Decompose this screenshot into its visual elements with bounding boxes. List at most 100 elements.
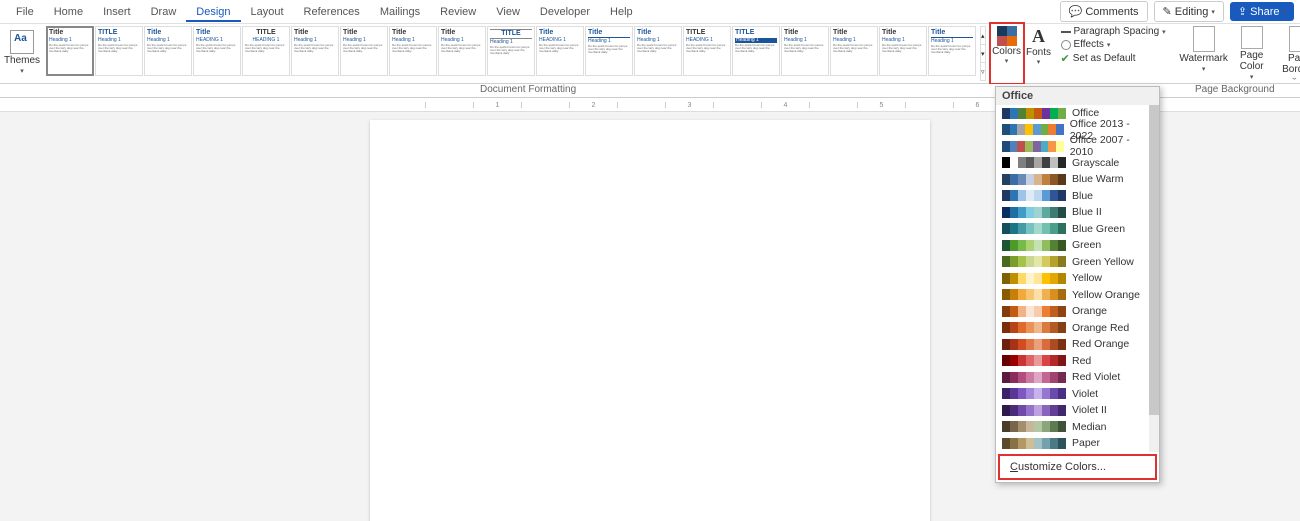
colors-theme-list[interactable]: OfficeOffice 2013 - 2022Office 2007 - 20… bbox=[996, 105, 1159, 452]
color-theme-item[interactable]: Violet II bbox=[996, 402, 1159, 419]
style-set-item[interactable]: TITLEHeading 1Do the quick brown fox jum… bbox=[732, 26, 780, 76]
colors-button[interactable]: Colors ▾ bbox=[991, 24, 1023, 83]
ruler-tick: 6 bbox=[953, 102, 1001, 108]
color-theme-item[interactable]: Red Violet bbox=[996, 369, 1159, 386]
color-theme-item[interactable]: Blue Warm bbox=[996, 171, 1159, 188]
dropdown-scrollbar[interactable] bbox=[1149, 105, 1159, 452]
color-swatch-row bbox=[1002, 141, 1064, 152]
ruler-tick: 1 bbox=[473, 102, 521, 108]
ruler-tick: 2 bbox=[569, 102, 617, 108]
color-theme-label: Red bbox=[1072, 355, 1091, 367]
color-theme-label: Blue II bbox=[1072, 206, 1102, 218]
comments-button[interactable]: 💬 Comments bbox=[1060, 1, 1148, 22]
document-page[interactable] bbox=[370, 120, 930, 521]
watermark-label: Watermark bbox=[1179, 53, 1228, 64]
style-set-item[interactable]: TitleHeading 1Do the quick brown fox jum… bbox=[928, 26, 976, 76]
paragraph-spacing-button[interactable]: Paragraph Spacing ▾ bbox=[1061, 26, 1166, 37]
color-swatch-row bbox=[1002, 355, 1066, 366]
chevron-down-icon: ▾ bbox=[1005, 57, 1009, 65]
color-theme-item[interactable]: Violet bbox=[996, 386, 1159, 403]
watermark-button[interactable]: Watermark ▾ bbox=[1182, 26, 1226, 81]
color-theme-label: Violet II bbox=[1072, 404, 1107, 416]
share-button[interactable]: ⇪ Share ▾ bbox=[1230, 2, 1294, 21]
color-theme-item[interactable]: Yellow bbox=[996, 270, 1159, 287]
spacing-icon bbox=[1061, 31, 1071, 33]
menu-mailings[interactable]: Mailings bbox=[370, 2, 430, 22]
menu-references[interactable]: References bbox=[294, 2, 370, 22]
color-swatch-row bbox=[1002, 157, 1066, 168]
menu-design[interactable]: Design bbox=[186, 2, 240, 22]
style-set-item[interactable]: TITLEHEADING 1Do the quick brown fox jum… bbox=[242, 26, 290, 76]
style-set-item[interactable]: TitleHEADING 1Do the quick brown fox jum… bbox=[536, 26, 584, 76]
color-theme-item[interactable]: Blue bbox=[996, 188, 1159, 205]
menu-file[interactable]: File bbox=[6, 2, 44, 22]
fonts-button[interactable]: A Fonts ▾ bbox=[1023, 24, 1055, 83]
effects-icon bbox=[1061, 40, 1071, 50]
style-set-item[interactable]: TitleHeading 1Do the quick brown fox jum… bbox=[634, 26, 682, 76]
doc-formatting-section-label: Document Formatting bbox=[480, 84, 576, 95]
style-set-item[interactable]: TITLEHeading 1Do the quick brown fox jum… bbox=[487, 26, 535, 76]
style-set-item[interactable]: TitleHeading 1Do the quick brown fox jum… bbox=[291, 26, 339, 76]
color-theme-item[interactable]: Orange Red bbox=[996, 320, 1159, 337]
style-set-item[interactable]: TitleHeading 1Do the quick brown fox jum… bbox=[585, 26, 633, 76]
color-theme-item[interactable]: Red Orange bbox=[996, 336, 1159, 353]
menu-insert[interactable]: Insert bbox=[93, 2, 141, 22]
style-set-item[interactable]: TitleHeading 1Do the quick brown fox jum… bbox=[830, 26, 878, 76]
style-set-item[interactable]: TitleHeading 1Do the quick brown fox jum… bbox=[389, 26, 437, 76]
menu-draw[interactable]: Draw bbox=[141, 2, 187, 22]
color-theme-label: Red Violet bbox=[1072, 371, 1120, 383]
color-theme-item[interactable]: Red bbox=[996, 353, 1159, 370]
color-theme-item[interactable]: Blue II bbox=[996, 204, 1159, 221]
ruler-tick bbox=[713, 102, 761, 108]
customize-colors-button[interactable]: Customize Colors... bbox=[998, 454, 1157, 480]
color-theme-label: Blue Green bbox=[1072, 223, 1125, 235]
themes-label: Themes bbox=[4, 55, 40, 66]
color-theme-item[interactable]: Green Yellow bbox=[996, 254, 1159, 271]
color-theme-item[interactable]: Office 2007 - 2010 bbox=[996, 138, 1159, 155]
colors-label: Colors bbox=[992, 46, 1021, 57]
set-default-button[interactable]: ✔ Set as Default bbox=[1061, 52, 1166, 65]
gallery-scroll-up[interactable]: ▴ bbox=[981, 27, 985, 45]
style-set-item[interactable]: TitleHeading 1Do the quick brown fox jum… bbox=[879, 26, 927, 76]
gallery-scroll-down[interactable]: ▾ bbox=[981, 45, 985, 63]
color-swatch-row bbox=[1002, 322, 1066, 333]
style-set-item[interactable]: TitleHeading 1Do the quick brown fox jum… bbox=[781, 26, 829, 76]
menu-help[interactable]: Help bbox=[600, 2, 643, 22]
color-swatch-row bbox=[1002, 223, 1066, 234]
menu-layout[interactable]: Layout bbox=[241, 2, 294, 22]
menu-home[interactable]: Home bbox=[44, 2, 93, 22]
color-theme-item[interactable]: Median bbox=[996, 419, 1159, 436]
ribbon-collapse-icon[interactable]: ⌄ bbox=[1290, 74, 1298, 82]
style-set-item[interactable]: TITLEHeading 1Do the quick brown fox jum… bbox=[95, 26, 143, 76]
menu-right: 💬 Comments ✎ Editing ▾ ⇪ Share ▾ bbox=[1060, 1, 1294, 22]
scrollbar-thumb[interactable] bbox=[1149, 105, 1159, 415]
color-theme-label: Orange bbox=[1072, 305, 1107, 317]
color-theme-item[interactable]: Blue Green bbox=[996, 221, 1159, 238]
color-theme-label: Red Orange bbox=[1072, 338, 1129, 350]
gallery-expand[interactable]: ▿ bbox=[981, 63, 985, 80]
menu-developer[interactable]: Developer bbox=[530, 2, 600, 22]
color-theme-label: Blue bbox=[1072, 190, 1093, 202]
themes-icon bbox=[10, 30, 34, 54]
color-swatch-row bbox=[1002, 372, 1066, 383]
style-set-item[interactable]: TitleHeading 1Do the quick brown fox jum… bbox=[144, 26, 192, 76]
color-theme-item[interactable]: Green bbox=[996, 237, 1159, 254]
color-theme-item[interactable]: Orange bbox=[996, 303, 1159, 320]
style-set-item[interactable]: TitleHeading 1Do the quick brown fox jum… bbox=[46, 26, 94, 76]
style-set-item[interactable]: TitleHeading 1Do the quick brown fox jum… bbox=[438, 26, 486, 76]
document-formatting-gallery[interactable]: TitleHeading 1Do the quick brown fox jum… bbox=[44, 24, 979, 80]
themes-button[interactable]: Themes ▾ bbox=[4, 26, 40, 79]
formatting-options: Paragraph Spacing ▾ Effects ▾ ✔ Set as D… bbox=[1055, 24, 1172, 83]
effects-button[interactable]: Effects ▾ bbox=[1061, 39, 1166, 50]
color-swatch-row bbox=[1002, 174, 1066, 185]
editing-button[interactable]: ✎ Editing ▾ bbox=[1154, 1, 1224, 22]
color-theme-item[interactable]: Paper bbox=[996, 435, 1159, 452]
page-color-button[interactable]: Page Color ▾ bbox=[1230, 26, 1274, 81]
style-set-item[interactable]: TitleHEADING 1Do the quick brown fox jum… bbox=[193, 26, 241, 76]
menu-view[interactable]: View bbox=[486, 2, 530, 22]
color-theme-item[interactable]: Yellow Orange bbox=[996, 287, 1159, 304]
menu-review[interactable]: Review bbox=[430, 2, 486, 22]
style-set-item[interactable]: TitleHeading 1Do the quick brown fox jum… bbox=[340, 26, 388, 76]
style-set-item[interactable]: TITLEHEADING 1Do the quick brown fox jum… bbox=[683, 26, 731, 76]
color-theme-label: Yellow bbox=[1072, 272, 1102, 284]
